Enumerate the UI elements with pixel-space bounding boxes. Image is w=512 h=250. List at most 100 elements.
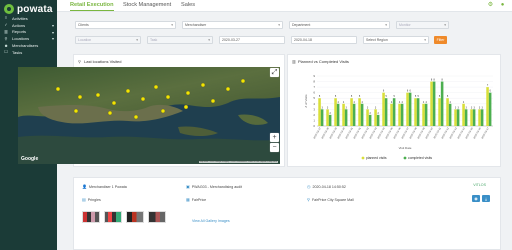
- start-date-input[interactable]: 2020-03-27: [219, 36, 285, 44]
- gallery-thumbnail[interactable]: [126, 211, 144, 223]
- data-label: 5: [351, 95, 353, 98]
- y-tick-label: 2: [313, 113, 315, 117]
- view-all-gallery-link[interactable]: View All Gallery Images: [192, 219, 230, 223]
- chevron-down-icon: ▾: [51, 29, 54, 35]
- task-icon: ☐: [4, 49, 8, 55]
- bar-completed-visits: [416, 98, 420, 126]
- region-select[interactable]: Select Region ▾: [363, 36, 429, 44]
- legend-swatch: [361, 156, 365, 160]
- monitor-select[interactable]: Monitor ▾: [396, 21, 449, 29]
- sidebar-item-tasks[interactable]: ☐ Tasks: [0, 49, 57, 56]
- brand-name-text: FairPrice: [191, 197, 207, 202]
- bar-planned-visits: [422, 103, 425, 126]
- download-icon: ⤓: [485, 196, 487, 201]
- user-icon: 👤: [82, 184, 87, 189]
- filter-button[interactable]: Filter: [434, 36, 447, 44]
- department-select[interactable]: Department ▾: [289, 21, 390, 29]
- pin-icon: ⚲: [307, 197, 310, 202]
- data-label: 2: [329, 112, 331, 115]
- data-label: 5: [335, 95, 337, 98]
- bar-completed-visits: [472, 109, 476, 126]
- bar-planned-visits: [406, 92, 409, 126]
- view-button[interactable]: ◉: [472, 195, 480, 202]
- location-select[interactable]: Location ▾: [75, 36, 141, 44]
- store-icon: ▦: [186, 197, 190, 202]
- y-tick-label: 0: [313, 124, 315, 128]
- data-label: 5: [447, 95, 449, 98]
- sidebar-menu: ≡ Activities ✓ Actions ▾ ▥ Reports ▾ ⚲ Locations ▾…: [0, 15, 57, 56]
- bar-completed-visits: [352, 103, 356, 126]
- location-name: FairPrice City Square Mall: [311, 197, 354, 202]
- data-label: 5: [439, 95, 441, 98]
- sidebar-item-locations[interactable]: ⚲ Locations ▾: [0, 35, 57, 42]
- sidebar-item-actions[interactable]: ✓ Actions ▾: [0, 22, 57, 29]
- download-button[interactable]: ⤓: [482, 195, 490, 202]
- data-label: 3: [473, 106, 475, 109]
- chevron-down-icon: ▾: [51, 22, 54, 28]
- visit-brand: ▦ FairPrice: [186, 197, 206, 202]
- data-label: 4: [361, 101, 363, 104]
- bar-completed-visits: [400, 103, 404, 126]
- tab-sales[interactable]: Sales: [181, 2, 195, 8]
- data-label: 6: [489, 90, 491, 93]
- x-axis-label: Visit Date: [399, 146, 412, 150]
- sidebar-item-label: Reports: [12, 29, 27, 35]
- zoom-out-button[interactable]: −: [270, 143, 279, 152]
- y-tick-label: 9: [313, 74, 315, 78]
- data-label: 6: [383, 90, 385, 93]
- visit-code: ▣ PWAG03 - Merchandising audit: [186, 184, 242, 189]
- y-axis-label: # of Visits: [304, 94, 308, 107]
- pin-icon: ⚲: [78, 59, 81, 64]
- sidebar-item-merchandisers[interactable]: ☻ Merchandisers: [0, 42, 57, 49]
- data-label: 4: [353, 101, 355, 104]
- sidebar-item-label: Locations: [12, 36, 30, 42]
- gallery-thumbnail[interactable]: [104, 211, 122, 223]
- data-label: 3: [321, 106, 323, 109]
- bar-completed-visits: [320, 109, 324, 126]
- tab-stock-management[interactable]: Stock Management: [123, 2, 171, 8]
- merchandiser-select[interactable]: Merchandiser ▾: [182, 21, 283, 29]
- chevron-down-icon: ▾: [51, 36, 54, 42]
- user-icon[interactable]: ●: [499, 2, 506, 9]
- data-label: 6: [409, 90, 411, 93]
- brand-logo[interactable]: powata: [4, 2, 53, 16]
- bar-completed-visits: [384, 98, 388, 126]
- list-icon: ≡: [4, 15, 8, 21]
- map-attribution[interactable]: Map data ©2020 Google Imagery ©2020 Terr…: [198, 161, 278, 163]
- tab-retail-execution[interactable]: Retail Execution: [70, 2, 114, 11]
- legend-swatch: [403, 156, 407, 160]
- data-label: 3: [457, 106, 459, 109]
- bar-completed-visits: [368, 114, 372, 126]
- settings-icon[interactable]: ⚙: [487, 2, 494, 9]
- chevron-down-icon: ▾: [278, 23, 280, 27]
- sidebar-item-activities[interactable]: ≡ Activities: [0, 15, 57, 22]
- data-label: 5: [319, 95, 321, 98]
- task-select[interactable]: Task ▾: [147, 36, 213, 44]
- fullscreen-button[interactable]: ⤢: [270, 68, 279, 77]
- gallery-thumbnail[interactable]: [148, 211, 166, 223]
- gallery-thumbnail[interactable]: [82, 211, 100, 223]
- bar-planned-visits: [438, 98, 441, 126]
- logo-icon: [4, 4, 14, 14]
- data-label: 4: [401, 101, 403, 104]
- zoom-in-button[interactable]: +: [270, 133, 279, 142]
- bar-planned-visits: [486, 87, 489, 126]
- bar-planned-visits: [470, 109, 473, 126]
- bar-planned-visits: [478, 109, 481, 126]
- sidebar-item-reports[interactable]: ▥ Reports ▾: [0, 29, 57, 36]
- bar-completed-visits: [376, 114, 380, 126]
- data-label: 8: [441, 79, 443, 82]
- clients-select[interactable]: Clients ▾: [75, 21, 176, 29]
- data-label: 4: [449, 101, 451, 104]
- y-tick-label: 8: [313, 80, 315, 84]
- bar-planned-visits: [398, 103, 401, 126]
- bar-completed-visits: [336, 103, 340, 126]
- visit-location: ⚲ FairPrice City Square Mall: [307, 197, 354, 202]
- monitor-select-value: Monitor: [399, 23, 411, 27]
- data-label: 3: [327, 106, 329, 109]
- end-date-input[interactable]: 2020-04-18: [291, 36, 357, 44]
- visit-card: 👤 Merchandiser 1 Powata ▣ PWAG03 - Merchan…: [73, 177, 501, 250]
- chevron-down-icon: ▾: [136, 38, 138, 42]
- chevron-down-icon: ▾: [385, 23, 387, 27]
- map-view[interactable]: ⤢ + − Google Map data ©2020 Google Image…: [18, 67, 280, 164]
